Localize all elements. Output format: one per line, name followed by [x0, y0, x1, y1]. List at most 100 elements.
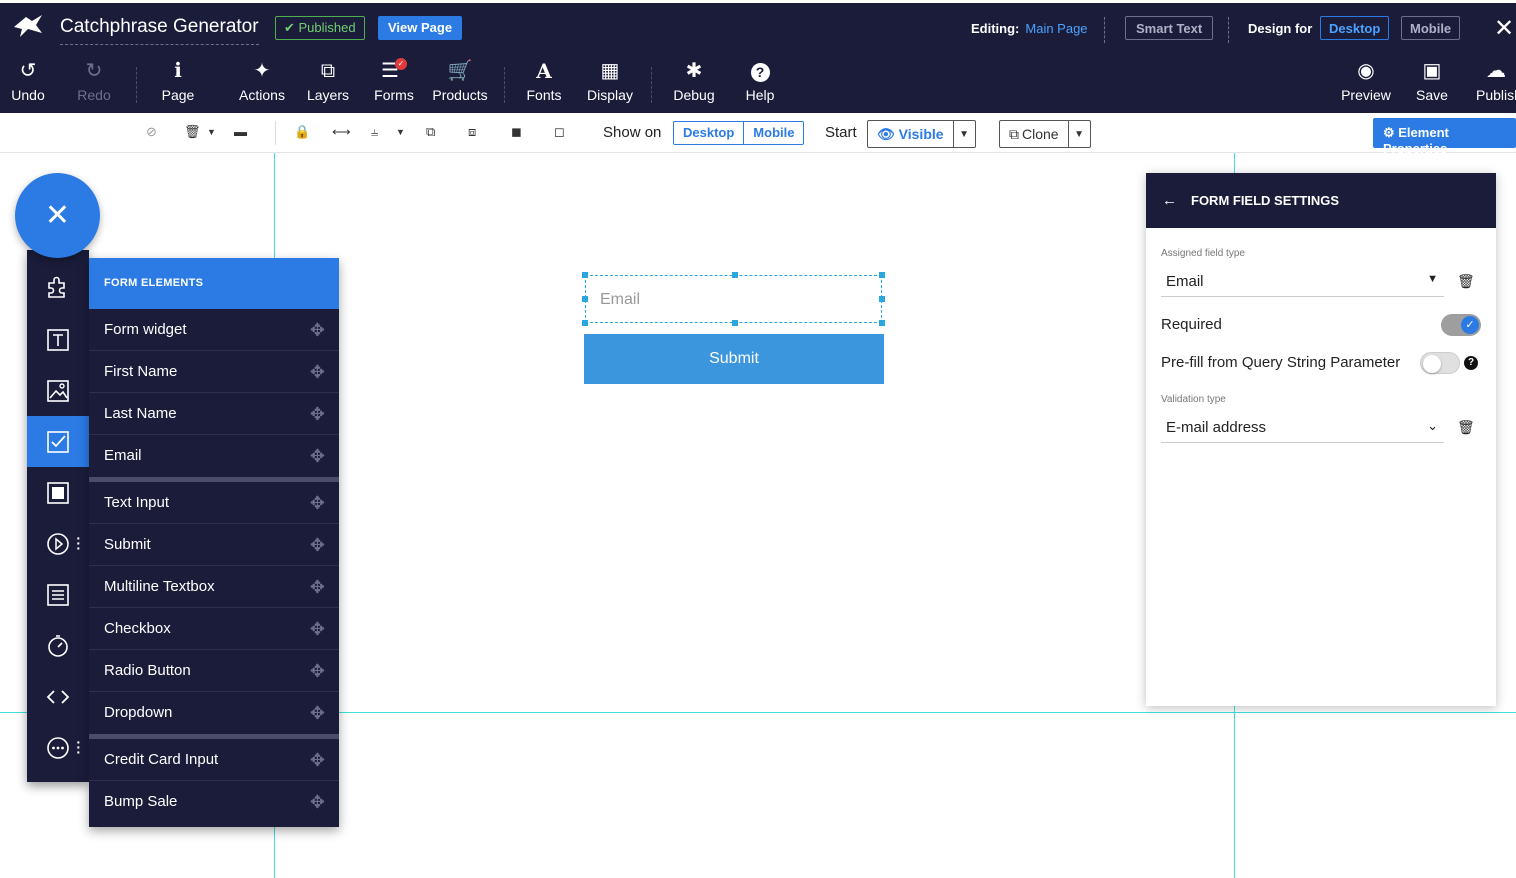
page-button[interactable]: ℹ Page [158, 58, 198, 108]
list-item[interactable]: Credit Card Input ✥ [89, 739, 339, 781]
list-item[interactable]: Email ✥ [89, 435, 339, 477]
trash-icon[interactable]: 🗑 [184, 124, 201, 140]
editing-page-link[interactable]: Main Page [1025, 21, 1087, 36]
rail-item-box[interactable] [27, 467, 89, 518]
lock-icon[interactable]: 🔒 [294, 124, 310, 140]
smart-text-button[interactable]: Smart Text [1125, 16, 1214, 40]
list-item[interactable]: Bump Sale ✥ [89, 781, 339, 823]
chevron-down-icon[interactable]: ▼ [952, 121, 975, 147]
rail-item-image[interactable] [27, 365, 89, 416]
save-button[interactable]: ▣ Save [1412, 58, 1452, 108]
more-vertical-icon[interactable]: · · · [76, 735, 81, 759]
rail-item-video[interactable]: · · · [27, 518, 89, 569]
help-icon[interactable]: ? [1464, 356, 1478, 370]
back-arrow-icon[interactable]: ← [1162, 192, 1177, 209]
group-icon[interactable]: ⧉ [426, 124, 435, 140]
publish-button[interactable]: ☁ Publish [1476, 58, 1516, 108]
actions-button[interactable]: ✦ Actions [236, 58, 288, 108]
rail-item-list[interactable] [27, 569, 89, 620]
undo-button[interactable]: ↺ Undo [8, 58, 48, 108]
text-icon [47, 328, 69, 351]
email-field[interactable]: Email [582, 272, 885, 326]
drag-move-icon[interactable]: ✥ [310, 535, 325, 556]
chevron-down-icon[interactable]: ▼ [1067, 121, 1090, 147]
resize-handle[interactable] [879, 320, 885, 326]
drag-move-icon[interactable]: ✥ [310, 577, 325, 598]
list-item[interactable]: Submit ✥ [89, 524, 339, 566]
resize-handle[interactable] [732, 272, 738, 278]
element-properties-button[interactable]: ⚙ Element Properties [1373, 118, 1516, 156]
align-icon[interactable]: ⫨ [371, 124, 378, 140]
no-select-icon[interactable]: ⊘ [146, 124, 157, 140]
trash-icon[interactable]: 🗑 [1457, 273, 1475, 290]
resize-handle[interactable] [879, 296, 885, 302]
rail-item-forms[interactable] [27, 416, 89, 467]
editing-label: Editing: [971, 21, 1020, 36]
debug-button[interactable]: ✱ Debug [672, 58, 716, 108]
drag-move-icon[interactable]: ✥ [310, 750, 325, 771]
timer-icon [48, 634, 68, 657]
width-icon[interactable]: ⟷ [332, 124, 351, 140]
submit-button[interactable]: Submit [584, 334, 884, 384]
required-toggle[interactable]: ✓ [1441, 314, 1481, 336]
resize-handle[interactable] [879, 272, 885, 278]
show-on-desktop[interactable]: Desktop [674, 122, 743, 144]
trash-icon[interactable]: 🗑 [1457, 419, 1475, 436]
list-item[interactable]: Form widget ✥ [89, 309, 339, 351]
close-panel-button[interactable]: ✕ [15, 173, 100, 258]
app-title[interactable]: Catchphrase Generator [60, 16, 259, 45]
drag-move-icon[interactable]: ✥ [310, 320, 325, 341]
drag-move-icon[interactable]: ✥ [310, 404, 325, 425]
list-item[interactable]: Checkbox ✥ [89, 608, 339, 650]
list-item[interactable]: Radio Button ✥ [89, 650, 339, 692]
drag-move-icon[interactable]: ✥ [310, 493, 325, 514]
assigned-field-type-select[interactable]: Email ▼ [1161, 267, 1444, 297]
show-on-mobile[interactable]: Mobile [743, 122, 803, 144]
list-item[interactable]: Dropdown ✥ [89, 692, 339, 734]
drag-move-icon[interactable]: ✥ [310, 703, 325, 724]
resize-handle[interactable] [582, 320, 588, 326]
preview-button[interactable]: ◉ Preview [1340, 58, 1392, 108]
resize-handle[interactable] [732, 320, 738, 326]
ungroup-icon[interactable]: ⧈ [468, 124, 476, 140]
fonts-button[interactable]: A Fonts [524, 58, 564, 108]
drag-move-icon[interactable]: ✥ [310, 362, 325, 383]
send-back-icon[interactable]: ◻ [554, 124, 565, 140]
drag-move-icon[interactable]: ✥ [310, 446, 325, 467]
close-icon[interactable]: ✕ [1494, 14, 1514, 43]
layers-button[interactable]: ⧉ Layers [304, 58, 352, 108]
drag-move-icon[interactable]: ✥ [310, 792, 325, 813]
forms-button[interactable]: ☰✓ Forms [372, 58, 416, 108]
rail-item-text[interactable] [27, 314, 89, 365]
view-page-button[interactable]: View Page [378, 16, 463, 40]
drag-move-icon[interactable]: ✥ [310, 619, 325, 640]
list-item[interactable]: Last Name ✥ [89, 393, 339, 435]
help-button[interactable]: ? Help [740, 58, 780, 108]
display-button[interactable]: ▦ Display [586, 58, 634, 108]
clone-dropdown[interactable]: ⧉ Clone ▼ [999, 120, 1091, 148]
list-item[interactable]: First Name ✥ [89, 351, 339, 393]
rail-item-timer[interactable] [27, 620, 89, 671]
resize-handle[interactable] [582, 272, 588, 278]
chevron-down-icon[interactable]: ▼ [207, 127, 216, 137]
spacing-icon[interactable]: ▬ [234, 124, 247, 139]
clone-button[interactable]: ⧉ Clone [1000, 121, 1068, 147]
list-item[interactable]: Text Input ✥ [89, 482, 339, 524]
design-for-desktop-button[interactable]: Desktop [1320, 16, 1390, 40]
drag-move-icon[interactable]: ✥ [310, 661, 325, 682]
bring-front-icon[interactable]: ◼ [511, 124, 522, 140]
visible-dropdown[interactable]: 👁 Visible ▼ [867, 120, 976, 148]
validation-type-select[interactable]: E-mail address ⌄ [1161, 413, 1444, 443]
more-vertical-icon[interactable]: · · · [76, 531, 81, 555]
list-item[interactable]: Multiline Textbox ✥ [89, 566, 339, 608]
prefill-toggle[interactable] [1420, 352, 1460, 374]
redo-button[interactable]: ↻ Redo [74, 58, 114, 108]
resize-handle[interactable] [582, 296, 588, 302]
products-button[interactable]: 🛒 Products [432, 58, 488, 108]
rail-item-code[interactable] [27, 671, 89, 722]
rail-item-more[interactable]: · · · [27, 722, 89, 773]
design-for-mobile-button[interactable]: Mobile [1401, 16, 1461, 40]
code-icon [46, 689, 70, 704]
rail-item-widgets[interactable] [27, 260, 89, 311]
chevron-down-icon[interactable]: ▼ [396, 127, 405, 137]
